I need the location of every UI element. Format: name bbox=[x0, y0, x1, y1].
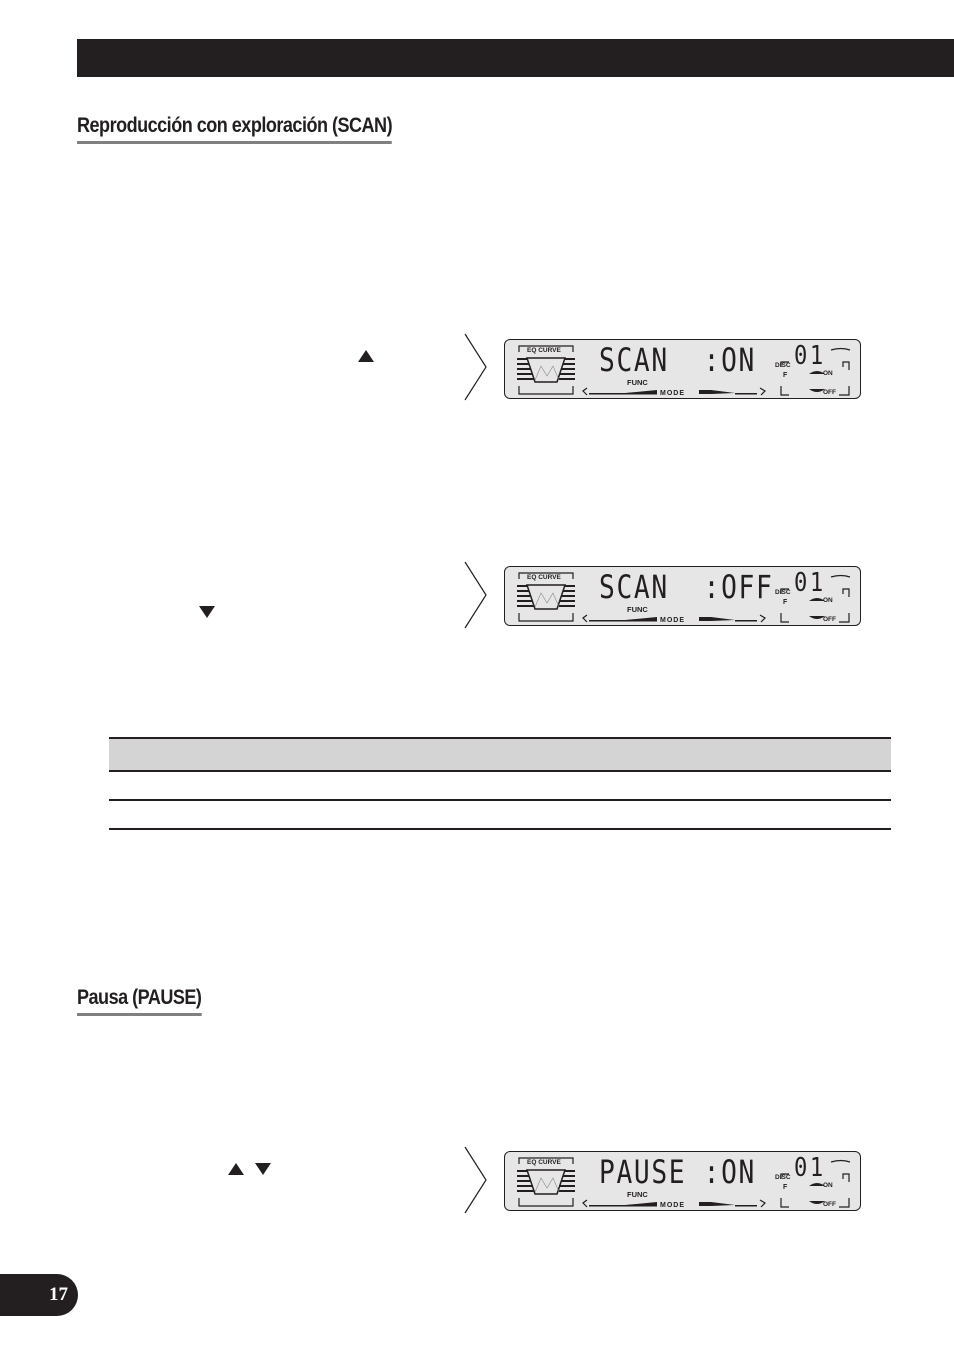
lcd-disc-number: 01 bbox=[794, 1153, 826, 1183]
lcd-main-text: SCAN :OFF bbox=[599, 568, 774, 606]
chapter-header-bar bbox=[77, 39, 954, 77]
lcd-func-label: FUNC bbox=[627, 378, 648, 387]
lcd-func-label: FUNC bbox=[627, 1190, 648, 1199]
lcd-disc-number: 01 bbox=[794, 341, 826, 371]
page-number-tab: 17 bbox=[0, 1274, 78, 1316]
table-row bbox=[109, 801, 891, 830]
lcd-on-label: ON bbox=[823, 597, 833, 604]
lcd-mode-label: MODE bbox=[660, 390, 685, 397]
arrow-chevron-icon bbox=[464, 333, 487, 401]
lcd-eq-curve-label: EQ CURVE bbox=[527, 347, 561, 354]
lcd-display-scan-on: EQ CURVE SCAN :ON FUNC MODE DISC 01 F ON… bbox=[504, 339, 861, 399]
lcd-disc-label: DISC bbox=[775, 589, 791, 596]
lcd-off-label: OFF bbox=[823, 389, 836, 396]
down-triangle-icon bbox=[199, 606, 215, 618]
section-heading-scan: Reproducción con exploración (SCAN) bbox=[77, 114, 393, 144]
lcd-func-label: FUNC bbox=[627, 605, 648, 614]
lcd-eq-curve-label: EQ CURVE bbox=[527, 574, 561, 581]
lcd-eq-curve-label: EQ CURVE bbox=[527, 1159, 561, 1166]
arrow-chevron-icon bbox=[464, 1146, 487, 1214]
lcd-f-label: F bbox=[783, 599, 788, 606]
section-heading-pause: Pausa (PAUSE) bbox=[77, 986, 202, 1016]
lcd-main-text: PAUSE :ON bbox=[599, 1153, 756, 1191]
up-triangle-icon bbox=[358, 350, 374, 362]
lcd-on-label: ON bbox=[823, 370, 833, 377]
lcd-off-label: OFF bbox=[823, 616, 836, 623]
info-table bbox=[109, 737, 891, 830]
up-triangle-icon bbox=[228, 1163, 244, 1175]
lcd-f-label: F bbox=[783, 1184, 788, 1191]
table-row bbox=[109, 772, 891, 801]
lcd-f-label: F bbox=[783, 372, 788, 379]
lcd-main-text: SCAN :ON bbox=[599, 341, 756, 379]
lcd-disc-number: 01 bbox=[794, 568, 826, 598]
lcd-display-scan-off: EQ CURVE SCAN :OFF FUNC MODE DISC 01 F O… bbox=[504, 566, 861, 626]
lcd-mode-label: MODE bbox=[660, 1202, 685, 1209]
table-header bbox=[109, 737, 891, 772]
page-number: 17 bbox=[49, 1284, 68, 1305]
down-triangle-icon bbox=[255, 1163, 271, 1175]
arrow-chevron-icon bbox=[464, 561, 487, 629]
lcd-mode-label: MODE bbox=[660, 617, 685, 624]
lcd-display-pause-on: EQ CURVE PAUSE :ON FUNC MODE DISC 01 F O… bbox=[504, 1151, 861, 1211]
lcd-disc-label: DISC bbox=[775, 362, 791, 369]
lcd-disc-label: DISC bbox=[775, 1174, 791, 1181]
lcd-on-label: ON bbox=[823, 1182, 833, 1189]
lcd-off-label: OFF bbox=[823, 1201, 836, 1208]
